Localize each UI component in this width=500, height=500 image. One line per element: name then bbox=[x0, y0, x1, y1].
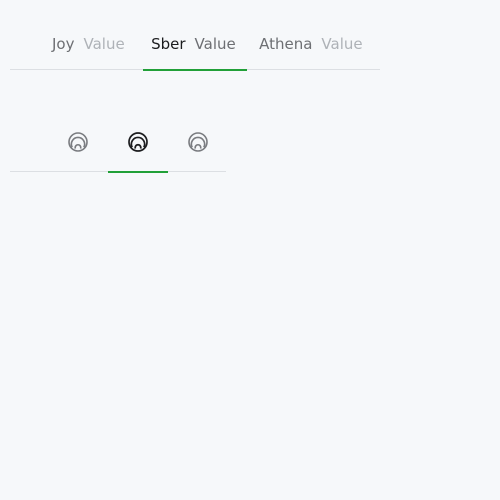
tab-sber-value: Value bbox=[194, 35, 236, 53]
text-tab-bar: Joy Value Sber Value Athena Value bbox=[10, 28, 380, 71]
assistant-icon bbox=[68, 131, 88, 152]
icon-tab-3[interactable] bbox=[168, 112, 228, 171]
tab-joy[interactable]: Joy Value bbox=[10, 28, 147, 69]
tab-athena-label: Athena bbox=[259, 35, 313, 53]
icon-tab-2[interactable] bbox=[108, 112, 168, 173]
tab-sber[interactable]: Sber Value bbox=[143, 28, 259, 71]
tab-sber-label: Sber bbox=[151, 35, 186, 53]
page: Joy Value Sber Value Athena Value bbox=[0, 0, 500, 500]
assistant-icon bbox=[188, 131, 208, 152]
tab-athena-value: Value bbox=[321, 35, 363, 53]
tab-joy-label: Joy bbox=[52, 35, 75, 53]
assistant-icon bbox=[128, 131, 148, 152]
tab-athena[interactable]: Athena Value bbox=[259, 28, 380, 69]
tab-joy-value: Value bbox=[83, 35, 125, 53]
icon-tab-bar bbox=[10, 112, 228, 173]
icon-tab-1[interactable] bbox=[48, 112, 108, 171]
